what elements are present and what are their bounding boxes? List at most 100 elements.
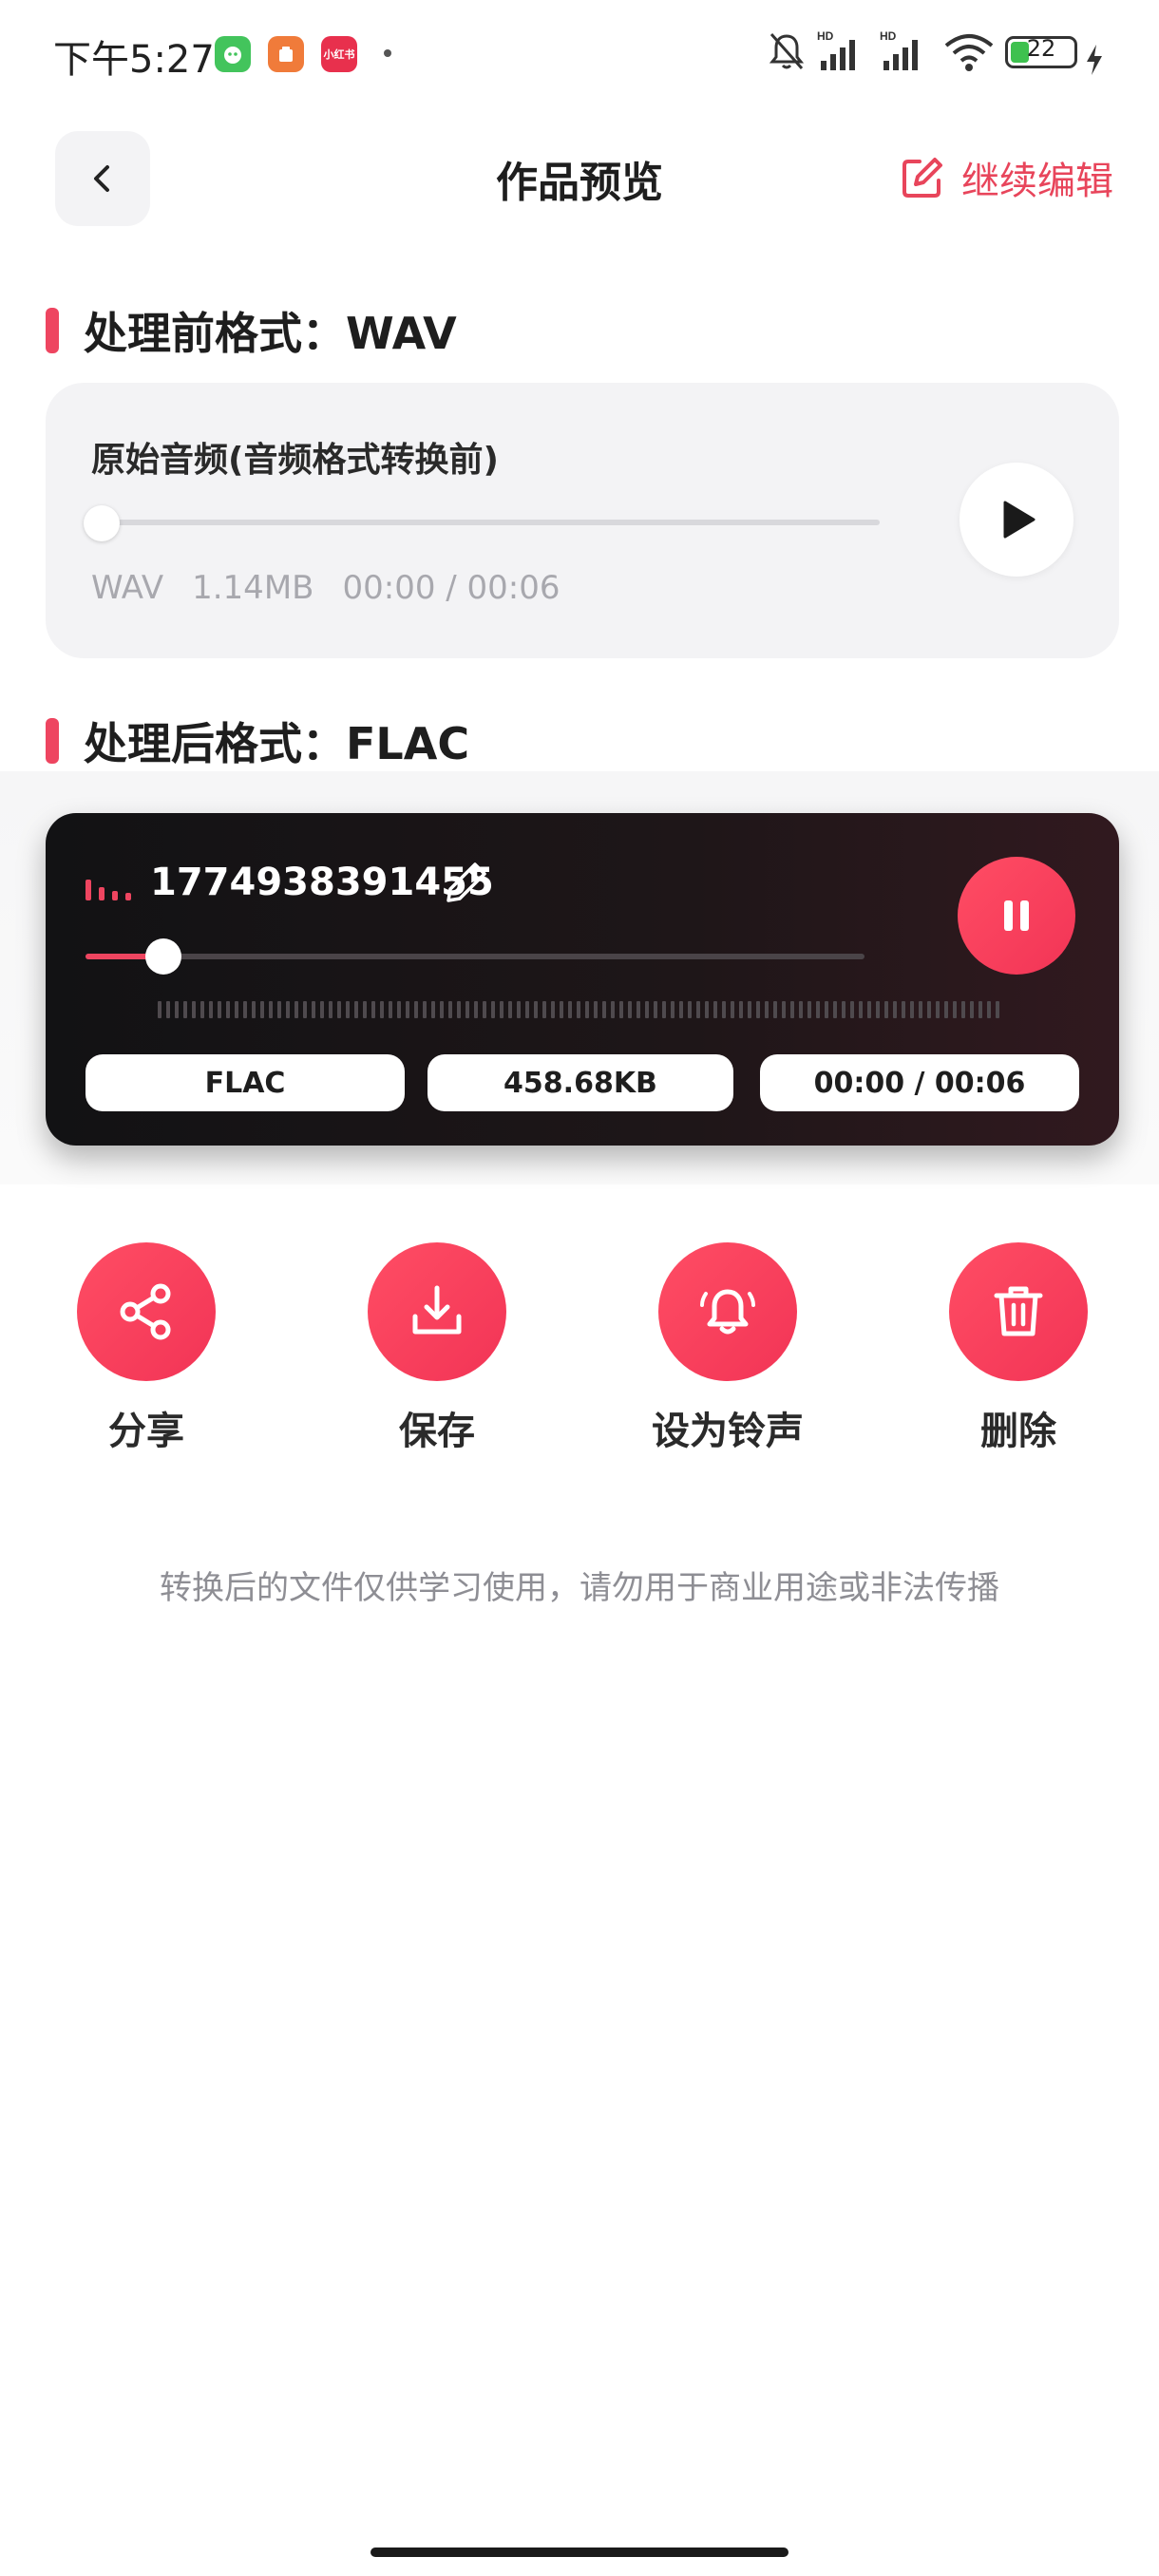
waveform-tick <box>218 1001 221 1018</box>
waveform-tick <box>294 1001 298 1018</box>
waveform-tick <box>406 1001 409 1018</box>
share-button-circle[interactable] <box>77 1242 216 1381</box>
set-ringtone-button-circle[interactable] <box>658 1242 797 1381</box>
battery-level: 22 <box>1026 35 1056 62</box>
rename-pencil-icon[interactable] <box>443 859 490 906</box>
waveform-tick <box>970 1001 974 1018</box>
red-app-icon-text: 小红书 <box>323 48 355 61</box>
after-section-title: 处理后格式：FLAC <box>46 712 469 769</box>
waveform-tick <box>602 1001 606 1018</box>
waveform-tick <box>269 1001 273 1018</box>
waveform-tick <box>790 1001 794 1018</box>
waveform-tick <box>226 1001 230 1018</box>
waveform-tick <box>389 1001 392 1018</box>
waveform-tick <box>466 1001 469 1018</box>
waveform-tick <box>183 1001 187 1018</box>
waveform-tick <box>876 1001 880 1018</box>
waveform-tick <box>380 1001 384 1018</box>
waveform-tick <box>910 1001 914 1018</box>
waveform-tick <box>936 1001 940 1018</box>
waveform-tick <box>474 1001 478 1018</box>
waveform-tick <box>628 1001 632 1018</box>
waveform-tick <box>440 1001 444 1018</box>
waveform-tick <box>688 1001 692 1018</box>
waveform-tick <box>825 1001 828 1018</box>
waveform-tick <box>551 1001 555 1018</box>
waveform-tick <box>679 1001 683 1018</box>
waveform-tick <box>722 1001 726 1018</box>
waveform-tick <box>252 1001 256 1018</box>
waveform-tick <box>662 1001 666 1018</box>
processed-time: 00:00 / 00:06 <box>813 1066 1026 1100</box>
waveform-tick <box>500 1001 504 1018</box>
processed-progress-knob[interactable] <box>145 938 181 975</box>
waveform-tick <box>560 1001 563 1018</box>
waveform-tick <box>902 1001 905 1018</box>
waveform-tick <box>577 1001 580 1018</box>
before-section-title: 处理前格式：WAV <box>46 302 457 359</box>
status-bar: 下午5:27 小红书 HD HD 22 <box>0 0 1159 104</box>
waveform-tick <box>525 1001 529 1018</box>
original-size: 1.14MB <box>192 569 314 607</box>
original-time: 00:00 / 00:06 <box>342 569 560 607</box>
waveform-tick <box>808 1001 811 1018</box>
waveform-tick <box>568 1001 572 1018</box>
download-icon <box>412 1285 462 1335</box>
wifi-icon <box>944 34 994 71</box>
original-play-button[interactable] <box>960 463 1074 577</box>
section-marker <box>46 308 59 353</box>
waveform-tick <box>713 1001 717 1018</box>
save-button[interactable]: 保存 <box>342 1242 532 1455</box>
processed-progress-track[interactable] <box>86 954 864 959</box>
set-ringtone-button[interactable]: 设为铃声 <box>633 1242 823 1455</box>
waveform-tick <box>996 1001 999 1018</box>
processed-size: 458.68KB <box>504 1066 657 1100</box>
save-button-circle[interactable] <box>368 1242 506 1381</box>
edit-icon <box>902 158 942 198</box>
waveform-tick <box>927 1001 931 1018</box>
waveform-tick <box>508 1001 512 1018</box>
waveform-tick <box>423 1001 427 1018</box>
green-app-icon <box>215 36 251 72</box>
waveform-tick <box>850 1001 854 1018</box>
waveform-tick <box>517 1001 521 1018</box>
continue-edit-label: 继续编辑 <box>961 160 1113 203</box>
processed-pause-button[interactable] <box>958 857 1075 975</box>
signal-hd-icon-1: HD <box>817 29 855 70</box>
waveform-tick <box>585 1001 589 1018</box>
header: 作品预览 继续编辑 <box>0 123 1159 237</box>
waveform-tick <box>175 1001 179 1018</box>
orange-app-icon <box>268 36 304 72</box>
waveform-tick <box>192 1001 196 1018</box>
waveform-tick <box>457 1001 461 1018</box>
waveform-tick <box>483 1001 486 1018</box>
original-progress-knob[interactable] <box>84 505 120 541</box>
waveform-tick <box>542 1001 546 1018</box>
share-label: 分享 <box>108 1410 184 1453</box>
delete-button[interactable]: 删除 <box>923 1242 1113 1455</box>
waveform-tick <box>414 1001 418 1018</box>
waveform-tick <box>329 1001 332 1018</box>
home-indicator[interactable] <box>370 2548 788 2557</box>
share-button[interactable]: 分享 <box>51 1242 241 1455</box>
waveform-tick <box>978 1001 982 1018</box>
original-audio-title: 原始音频(音频格式转换前) <box>91 441 499 480</box>
delete-button-circle[interactable] <box>949 1242 1088 1381</box>
original-progress-track[interactable] <box>91 520 880 525</box>
waveform-tick <box>636 1001 640 1018</box>
disclaimer-text: 转换后的文件仅供学习使用，请勿用于商业用途或非法传播 <box>160 1569 999 1607</box>
audio-bars-icon <box>86 874 131 900</box>
waveform-tick <box>209 1001 213 1018</box>
continue-edit-button[interactable]: 继续编辑 <box>899 144 1113 211</box>
waveform-tick <box>371 1001 375 1018</box>
waveform-tick <box>431 1001 435 1018</box>
waveform-tick <box>619 1001 623 1018</box>
charging-icon <box>1087 45 1102 75</box>
svg-text:HD: HD <box>817 29 834 43</box>
mute-bell-icon <box>769 33 805 69</box>
waveform-tick <box>654 1001 657 1018</box>
waveform-tick <box>235 1001 238 1018</box>
trash-icon <box>994 1286 1043 1336</box>
section-marker <box>46 718 59 764</box>
waveform <box>158 999 1013 1020</box>
